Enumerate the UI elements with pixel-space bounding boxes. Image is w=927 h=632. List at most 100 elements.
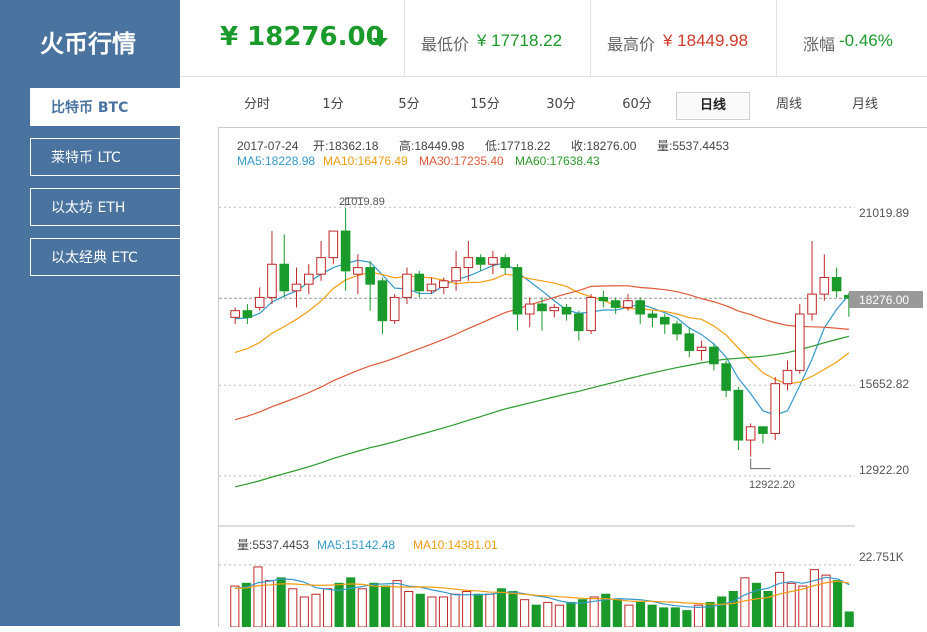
volume-bar xyxy=(798,585,808,628)
volume-bar xyxy=(554,604,564,628)
volume-bar xyxy=(728,591,738,628)
volume-bar xyxy=(450,593,460,628)
candle-body xyxy=(537,303,547,312)
volume-bar xyxy=(612,599,622,628)
volume-bar xyxy=(299,596,309,628)
candle-body xyxy=(807,293,817,315)
sidebar-item-etc[interactable]: 以太经典 ETC xyxy=(30,238,180,276)
tab-timeshare[interactable]: 分时 xyxy=(232,92,282,118)
candle-body xyxy=(389,296,400,322)
volume-bar xyxy=(531,604,541,628)
candle-body xyxy=(500,257,510,269)
volume-info: 量:5537.4453 xyxy=(237,538,309,552)
ohlc-high: 高:18449.98 xyxy=(399,138,465,153)
volume-bar xyxy=(241,582,251,628)
y-tick-mid: 15652.82 xyxy=(859,377,909,391)
volume-bar xyxy=(659,607,669,628)
candle-body xyxy=(819,277,830,295)
candle-body xyxy=(377,280,388,322)
volume-bar xyxy=(369,582,379,628)
volume-bar xyxy=(520,599,530,628)
y-tick-high: 21019.89 xyxy=(859,206,909,220)
tab-weekly[interactable]: 周线 xyxy=(764,92,814,118)
high-price-cell: 最高价 ¥ 18449.98 xyxy=(591,0,777,76)
volume-bar xyxy=(276,577,286,628)
candle-body xyxy=(574,313,584,332)
ohlc-low: 低:17718.22 xyxy=(485,139,551,153)
volume-bar xyxy=(670,607,680,628)
min-annotation: 12922.20 xyxy=(749,479,795,491)
ohlc-open: 开:18362.18 xyxy=(313,139,379,153)
volume-bar xyxy=(380,585,391,628)
volume-bar xyxy=(322,588,333,628)
current-price-cell: ¥ 18276.00 xyxy=(180,0,405,76)
volume-bar xyxy=(265,580,275,628)
candle-body xyxy=(303,273,314,285)
volume-bar xyxy=(693,604,704,628)
candle-body xyxy=(794,313,805,371)
candle-body xyxy=(475,257,486,265)
volume-bar xyxy=(566,601,576,628)
volume-bar xyxy=(647,604,657,628)
volume-bar xyxy=(404,591,414,628)
candle-body xyxy=(770,383,781,434)
ticker-bar: ¥ 18276.00 最低价 ¥ 17718.22 最高价 ¥ 18449.98… xyxy=(180,0,927,77)
high-price-value: ¥ 18449.98 xyxy=(663,31,749,50)
volume-bar xyxy=(427,596,437,628)
ma30-legend: MA30:17235.40 xyxy=(419,154,504,168)
high-price-label: 最高价 xyxy=(607,35,656,54)
candle-body xyxy=(365,267,375,285)
candle-body xyxy=(524,303,535,315)
ma-lines xyxy=(234,259,850,488)
volume-bar xyxy=(415,593,425,628)
volume-bar xyxy=(543,601,553,628)
candle-body xyxy=(733,389,744,441)
tab-5min[interactable]: 5分 xyxy=(384,92,434,118)
candle-body xyxy=(709,346,719,365)
last-price-label: 18276.00 xyxy=(859,293,909,307)
volume-bar xyxy=(809,569,819,628)
change-value: -0.46% xyxy=(839,31,893,50)
sidebar-item-ltc[interactable]: 莱特币 LTC xyxy=(30,138,180,176)
candle-body xyxy=(328,230,339,259)
candles xyxy=(230,207,854,457)
candle-body xyxy=(696,346,707,352)
volume-bar xyxy=(253,566,263,628)
candle-body xyxy=(635,300,645,315)
tab-monthly[interactable]: 月线 xyxy=(840,92,890,118)
tab-daily[interactable]: 日线 xyxy=(676,92,750,120)
volume-y-tick: 22.751K xyxy=(859,550,904,564)
volume-bar xyxy=(230,585,240,628)
chart-area[interactable]: 2017-07-24 开:18362.18 高:18449.98 低:17718… xyxy=(218,127,927,628)
volume-bar xyxy=(346,577,356,628)
candle-body xyxy=(242,310,253,318)
candle-body xyxy=(659,316,670,325)
tab-15min[interactable]: 15分 xyxy=(460,92,510,118)
sidebar-item-btc[interactable]: 比特币 BTC xyxy=(30,88,180,126)
candle-body xyxy=(672,323,682,335)
volume-bar xyxy=(288,588,298,628)
candle-body xyxy=(353,267,363,275)
candle-body xyxy=(586,296,596,332)
candlestick-chart[interactable]: 2017-07-24 开:18362.18 高:18449.98 低:17718… xyxy=(219,128,927,628)
max-annotation: 21019.89 xyxy=(339,196,385,208)
volume-bar xyxy=(438,596,449,628)
sidebar-item-eth[interactable]: 以太坊 ETH xyxy=(30,188,180,226)
interval-tabs: 分时 1分 5分 15分 30分 60分 日线 周线 月线 xyxy=(218,92,918,120)
candle-body xyxy=(549,306,560,312)
candle-body xyxy=(402,273,412,298)
tab-60min[interactable]: 60分 xyxy=(612,92,662,118)
tab-1min[interactable]: 1分 xyxy=(308,92,358,118)
candle-body xyxy=(610,300,621,308)
candle-body xyxy=(291,283,302,292)
ohlc-close: 收:18276.00 xyxy=(571,139,637,153)
candle-body xyxy=(745,426,756,441)
price-annotations xyxy=(345,197,771,470)
volume-bar xyxy=(844,611,854,628)
tab-30min[interactable]: 30分 xyxy=(536,92,586,118)
ma60-legend: MA60:17638.43 xyxy=(515,154,600,168)
ma10-legend: MA10:16476.49 xyxy=(323,154,408,168)
min-marker xyxy=(750,458,771,470)
volume-bar xyxy=(357,588,367,628)
candle-body xyxy=(451,267,461,282)
